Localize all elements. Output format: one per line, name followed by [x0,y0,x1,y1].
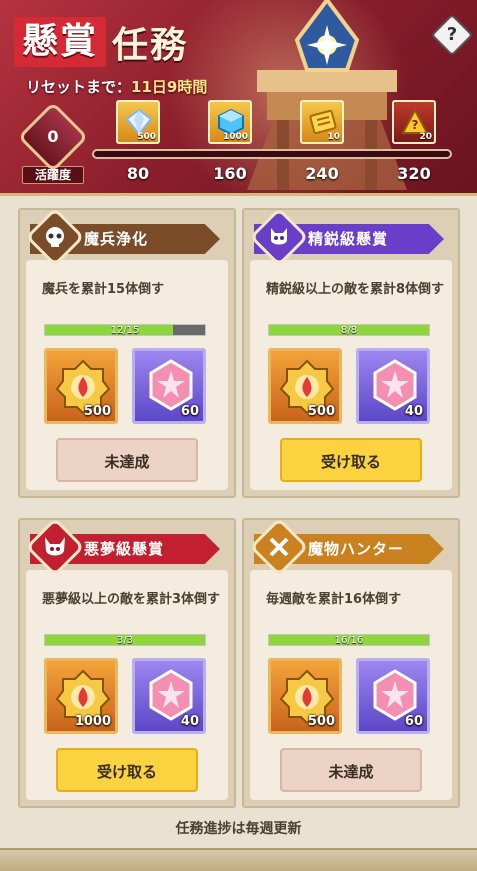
mission-progress-bar: 12/15 [44,324,206,336]
activity-value: 0 [47,127,59,146]
reward-gem-badge[interactable]: 40 [356,348,430,424]
reward-gold-badge[interactable]: 1000 [44,658,118,734]
mission-card: 魔兵浄化 魔兵を累計15体倒す 12/15 500 60 未達成 [18,207,236,498]
mission-card: 魔物ハンター 毎週敵を累計16体倒す 16/16 500 60 未達成 [242,517,460,808]
mission-progress-bar: 16/16 [268,634,430,646]
reward-gold-badge[interactable]: 500 [44,348,118,424]
mission-description: 毎週敵を累計16体倒す [266,592,402,607]
mission-title: 魔兵浄化 [84,230,149,248]
progress-text: 12/15 [110,325,140,336]
milestone-reward-2[interactable]: 1000 [208,100,252,144]
claim-button[interactable]: 受け取る [280,438,422,482]
milestone-value: 160 [213,164,247,183]
milestone-qty: 1000 [222,132,248,142]
skull-icon [46,227,64,247]
reward-qty: 500 [307,404,335,419]
nightmare-demon-icon [45,537,65,556]
demon-icon [271,228,287,245]
milestone-value: 80 [126,164,150,183]
reward-qty: 40 [404,404,423,419]
reward-gem-badge[interactable]: 60 [356,658,430,734]
milestone-qty: 500 [137,132,156,142]
mission-card: 精鋭級懸賞 精鋭級以上の敵を累計8体倒す 8/8 500 40 受け取る [242,207,460,498]
mission-description: 悪夢級以上の敵を累計3体倒す [42,592,221,607]
reset-timer: リセットまで：11日9時間 [26,76,207,97]
svg-text:?: ? [412,118,419,132]
mission-badge [249,207,309,267]
mission-badge [249,517,309,577]
reward-qty: 40 [180,714,199,729]
mission-status-button[interactable]: 未達成 [56,438,198,482]
progress-text: 3/3 [116,635,134,646]
help-button[interactable]: ? [430,13,474,57]
reward-gem-badge[interactable]: 40 [132,658,206,734]
mission-badge [25,517,85,577]
activity-shield-icon: 0 [17,101,89,173]
milestone-qty: 10 [327,132,340,142]
help-icon: ? [446,24,458,45]
reward-qty: 500 [83,404,111,419]
mission-card: 悪夢級懸賞 悪夢級以上の敵を累計3体倒す 3/3 1000 40 受け取る [18,517,236,808]
temple-illustration [247,0,407,190]
mission-badge [25,207,85,267]
progress-text: 16/16 [334,635,364,646]
mission-title: 精鋭級懸賞 [308,230,389,248]
reward-gold-badge[interactable]: 500 [268,348,342,424]
progress-text: 8/8 [340,325,358,336]
claim-button[interactable]: 受け取る [56,748,198,792]
mission-title: 悪夢級懸賞 [84,540,165,558]
milestone-value: 320 [397,164,431,183]
mission-progress-bar: 3/3 [44,634,206,646]
reward-qty: 60 [180,404,199,419]
mission-status-button[interactable]: 未達成 [280,748,422,792]
milestone-qty: 20 [419,132,432,142]
title-highlight: 懸賞 [14,17,107,67]
page-title: 懸賞 任務 [14,16,188,68]
reward-gem-badge[interactable]: 60 [132,348,206,424]
crossed-swords-icon [269,537,289,557]
reward-qty: 60 [404,714,423,729]
activity-progress-track [92,149,452,159]
milestone-value: 240 [305,164,339,183]
footer-note: 任務進捗は毎週更新 [175,821,302,837]
mission-title: 魔物ハンター [308,540,405,558]
reset-value: 11日9時間 [131,78,208,96]
reward-gold-badge[interactable]: 500 [268,658,342,734]
reward-qty: 500 [307,714,335,729]
mission-description: 魔兵を累計15体倒す [42,282,165,297]
mission-description: 精鋭級以上の敵を累計8体倒す [266,282,445,297]
milestone-reward-1[interactable]: 500 [116,100,160,144]
milestone-reward-3[interactable]: 10 [300,100,344,144]
mission-progress-bar: 8/8 [268,324,430,336]
reward-qty: 1000 [74,714,111,729]
bottom-frame [0,848,477,871]
bounty-header: 懸賞 任務 リセットまで：11日9時間 ? 0 活躍度 500 1000 10 … [0,0,477,196]
activity-points: 0 活躍度 [17,101,89,190]
milestone-reward-4[interactable]: ? 20 [392,100,436,144]
title-text: 任務 [112,25,189,66]
reset-label: リセットまで： [26,78,132,96]
